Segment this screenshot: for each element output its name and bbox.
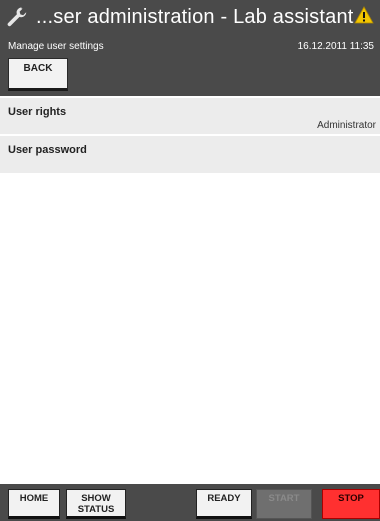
- start-button[interactable]: START: [256, 489, 312, 519]
- setting-row-user-rights[interactable]: User rights Administrator: [0, 98, 380, 134]
- header-bar: ...ser administration - Lab assistant Ma…: [0, 0, 380, 96]
- datetime-readout: 16.12.2011 11:35: [297, 41, 374, 52]
- ready-button[interactable]: READY: [196, 489, 252, 519]
- title-row: ...ser administration - Lab assistant: [6, 4, 354, 30]
- page-subtitle: Manage user settings: [8, 41, 104, 52]
- warning-icon[interactable]: [354, 6, 374, 24]
- footer-bar: HOME SHOW STATUS READY START STOP: [0, 484, 380, 521]
- home-button[interactable]: HOME: [8, 489, 60, 519]
- setting-row-user-password[interactable]: User password: [0, 136, 380, 173]
- show-status-button[interactable]: SHOW STATUS: [66, 489, 126, 519]
- setting-label: User rights: [8, 106, 67, 118]
- stop-button[interactable]: STOP: [322, 489, 380, 519]
- page-title: ...ser administration - Lab assistant: [36, 5, 354, 28]
- wrench-icon: [7, 7, 27, 27]
- show-status-line1: SHOW: [81, 493, 111, 504]
- show-status-line2: STATUS: [77, 504, 115, 515]
- setting-value: Administrator: [317, 120, 376, 131]
- back-button[interactable]: BACK: [8, 58, 68, 91]
- setting-label: User password: [8, 144, 87, 156]
